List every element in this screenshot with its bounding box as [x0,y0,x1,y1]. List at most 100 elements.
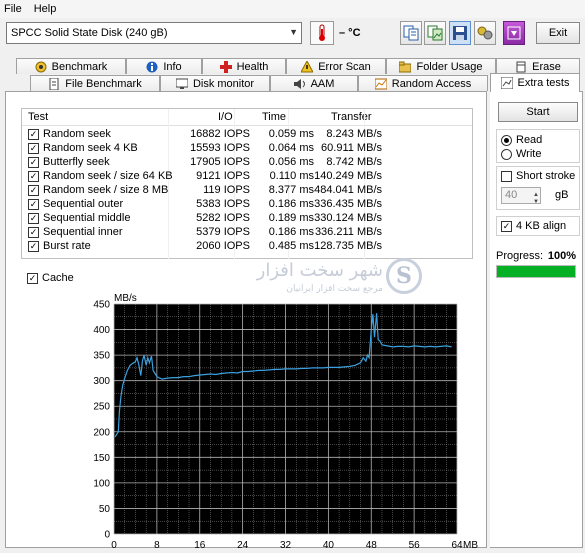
short-stroke-option[interactable]: Short stroke [501,170,575,182]
tab-folder-usage[interactable]: Folder Usage [386,58,496,74]
table-row[interactable]: ✓ Random seek / size 64 KB 9121 IOPS 0.1… [22,170,472,184]
tab-info[interactable]: Info [126,58,202,74]
tools-icon [477,26,493,40]
col-header-transfer[interactable]: Transfer [331,109,372,125]
table-row[interactable]: ✓ Burst rate 2060 IOPS 0.485 ms 128.735 … [22,240,472,254]
short-stroke-checkbox[interactable] [501,170,512,182]
row-checkbox[interactable]: ✓ [28,213,39,224]
tab-benchmark[interactable]: Benchmark [16,58,126,74]
row-test: Sequential middle [43,212,131,224]
copy-text-button[interactable] [400,21,422,45]
menu-file[interactable]: File [4,3,22,15]
col-header-io[interactable]: I/O [218,109,233,125]
row-test: Sequential outer [43,198,124,210]
align-option[interactable]: ✓ 4 KB align [501,220,566,232]
download-button[interactable] [503,21,525,45]
row-checkbox[interactable]: ✓ [28,143,39,154]
table-row[interactable]: ✓ Sequential outer 5383 IOPS 0.186 ms 33… [22,198,472,212]
row-io: 17905 IOPS [190,156,250,168]
tab-label: Random Access [391,77,472,90]
read-write-group: Read Write [496,129,580,163]
row-test: Random seek [43,128,111,140]
x-tick-label: 56 [409,540,421,550]
table-row[interactable]: ✓ Sequential inner 5379 IOPS 0.186 ms 33… [22,226,472,240]
thermometer-button[interactable] [310,21,334,45]
row-time: 0.059 ms [268,128,314,140]
table-row[interactable]: ✓ Random seek 16882 IOPS 0.059 ms 8.243 … [22,128,472,142]
tab-label: Error Scan [318,60,371,73]
menu-help[interactable]: Help [34,3,57,15]
write-label: Write [516,148,542,160]
tab-disk-monitor[interactable]: Disk monitor [160,75,270,91]
table-row[interactable]: ✓ Sequential middle 5282 IOPS 0.189 ms 3… [22,212,472,226]
tab-label: AAM [310,77,335,90]
start-button[interactable]: Start [498,102,578,122]
benchmark-icon [35,61,47,72]
y-tick-label: 300 [93,376,110,387]
tab-file-benchmark[interactable]: File Benchmark [30,75,160,91]
disk-select[interactable]: SPCC Solid State Disk (240 gB) ▼ [6,22,302,44]
tab-extra-tests[interactable]: Extra tests [490,73,580,92]
options-button[interactable] [474,21,496,45]
row-time: 0.189 ms [268,212,314,224]
row-transfer: 8.742 MB/s [326,156,382,168]
save-button[interactable] [449,21,471,45]
row-io: 5282 IOPS [196,212,250,224]
tab-label: Health [236,60,269,73]
row-checkbox[interactable]: ✓ [28,129,39,140]
read-radio[interactable] [501,134,512,146]
col-header-test[interactable]: Test [28,109,48,125]
cache-label: Cache [42,272,74,284]
y-tick-label: 250 [93,402,110,413]
row-checkbox[interactable]: ✓ [28,157,39,168]
row-test: Butterfly seek [43,156,110,168]
folder-icon [399,61,412,72]
copy-image-button[interactable] [424,21,446,45]
tab-random-access[interactable]: Random Access [358,75,488,91]
row-checkbox[interactable]: ✓ [28,199,39,210]
row-checkbox[interactable]: ✓ [28,227,39,238]
watermark-title: شهر سخت افزار [256,260,383,281]
y-tick-label: 200 [93,427,110,438]
align-group: ✓ 4 KB align [496,216,580,236]
read-label: Read [516,134,543,146]
tab-health[interactable]: Health [202,58,286,74]
write-radio[interactable] [501,148,512,160]
row-checkbox[interactable]: ✓ [28,185,39,196]
cache-checkbox[interactable]: ✓ [27,272,38,284]
row-io: 9121 IOPS [196,170,250,182]
short-stroke-spinner[interactable]: 40 ▲ ▼ [501,187,541,205]
row-transfer: 330.124 MB/s [314,212,382,224]
align-checkbox[interactable]: ✓ [501,220,512,232]
row-time: 0.064 ms [268,142,314,154]
random-access-icon [374,78,387,89]
spin-down-icon[interactable]: ▼ [533,195,539,210]
row-test: Burst rate [43,240,91,252]
x-tick-label: 40 [323,540,335,550]
table-row[interactable]: ✓ Butterfly seek 17905 IOPS 0.056 ms 8.7… [22,156,472,170]
tab-label: Benchmark [51,60,108,73]
table-row[interactable]: ✓ Random seek / size 8 MB 119 IOPS 8.377… [22,184,472,198]
table-row[interactable]: ✓ Random seek 4 KB 15593 IOPS 0.064 ms 6… [22,142,472,156]
tab-label: Extra tests [517,77,570,89]
exit-button[interactable]: Exit [536,22,580,44]
row-io: 15593 IOPS [190,142,250,154]
col-header-time[interactable]: Time [262,109,286,125]
warning-icon [301,60,314,72]
tab-aam[interactable]: AAM [270,75,358,91]
row-transfer: 140.249 MB/s [314,170,382,182]
x-tick-label: 64 [451,540,463,550]
row-test: Sequential inner [43,226,123,238]
tab-error-scan[interactable]: Error Scan [286,58,386,74]
row-checkbox[interactable]: ✓ [28,171,39,182]
read-option[interactable]: Read [501,134,542,146]
write-option[interactable]: Write [501,148,541,160]
progress-bar [496,265,576,278]
x-tick-label: 24 [237,540,249,550]
row-checkbox[interactable]: ✓ [28,241,39,252]
tab-erase[interactable]: Erase [496,58,580,74]
cache-option[interactable]: ✓ Cache [27,272,74,284]
row-time: 0.056 ms [268,156,314,168]
row-time: 8.377 ms [268,184,314,196]
row-transfer: 336.211 MB/s [314,226,382,238]
